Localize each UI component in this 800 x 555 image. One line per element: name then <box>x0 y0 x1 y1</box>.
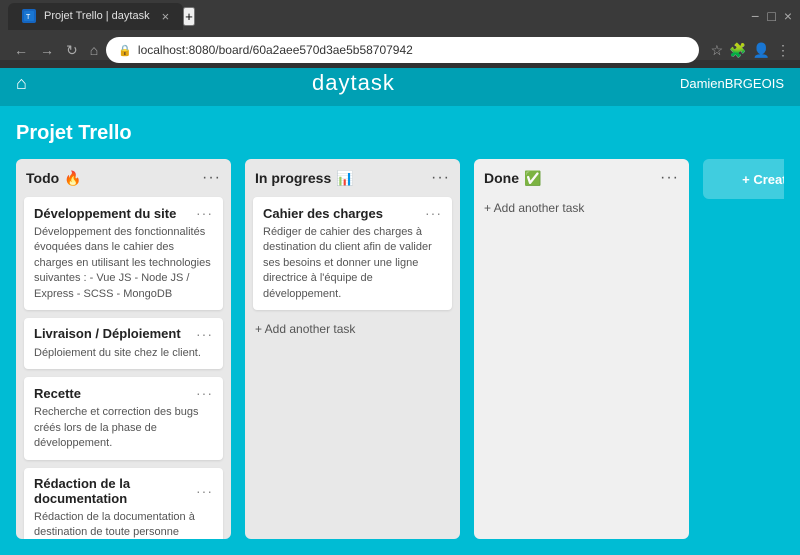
app-home-icon[interactable]: ⌂ <box>16 73 27 94</box>
add-task-done[interactable]: + Add another task <box>482 197 681 219</box>
column-header-todo: Todo 🔥 ··· <box>24 169 223 189</box>
add-task-inprogress[interactable]: + Add another task <box>253 318 452 340</box>
browser-tab[interactable]: T Projet Trello | daytask × <box>8 3 183 30</box>
back-button[interactable]: ← <box>10 40 32 60</box>
tab-favicon: T <box>22 9 36 23</box>
card-cahier-desc: Rédiger de cahier des charges à destinat… <box>263 225 442 302</box>
tab-title: Projet Trello | daytask <box>44 10 150 22</box>
card-redaction-header: Rédaction de la documentation ··· <box>34 476 213 506</box>
new-tab-button[interactable]: + <box>183 7 195 26</box>
forward-button[interactable]: → <box>36 40 58 60</box>
browser-right-icons: ☆ 🧩 👤 ⋮ <box>711 42 790 59</box>
column-menu-done[interactable]: ··· <box>660 169 679 187</box>
profile-icon[interactable]: 👤 <box>753 42 770 59</box>
column-done: Done ✅ ··· + Add another task <box>474 159 689 539</box>
app-title: daytask <box>27 70 680 96</box>
browser-controls: ← → ↻ ⌂ 🔒 localhost:8080/board/60a2aee57… <box>0 32 800 68</box>
card-livraison-desc: Déploiement du site chez le client. <box>34 346 213 361</box>
card-livraison-menu[interactable]: ··· <box>196 326 213 342</box>
user-name: DamienBRGEOIS <box>680 76 784 91</box>
browser-chrome: T Projet Trello | daytask × + − □ × ← → … <box>0 0 800 60</box>
card-cahier-title: Cahier des charges <box>263 206 383 221</box>
close-button[interactable]: × <box>784 8 792 24</box>
card-developpement-menu[interactable]: ··· <box>196 205 213 221</box>
column-title-todo: Todo 🔥 <box>26 170 82 187</box>
card-redaction-menu[interactable]: ··· <box>196 483 213 499</box>
reload-button[interactable]: ↻ <box>62 40 82 61</box>
card-cahier-header: Cahier des charges ··· <box>263 205 442 221</box>
address-bar[interactable]: 🔒 localhost:8080/board/60a2aee570d3ae5b5… <box>106 37 698 63</box>
project-title: Projet Trello <box>16 122 784 145</box>
card-livraison-header: Livraison / Déploiement ··· <box>34 326 213 342</box>
menu-icon[interactable]: ⋮ <box>776 42 790 59</box>
create-column-button[interactable]: + Create a new... <box>703 159 784 199</box>
column-title-done: Done ✅ <box>484 170 541 187</box>
card-livraison-title: Livraison / Déploiement <box>34 326 181 341</box>
card-recette-desc: Recherche et correction des bugs créés l… <box>34 405 213 451</box>
inprogress-emoji: 📊 <box>336 170 353 187</box>
card-cahier-menu[interactable]: ··· <box>425 205 442 221</box>
column-menu-todo[interactable]: ··· <box>202 169 221 187</box>
svg-text:T: T <box>26 14 31 21</box>
star-icon[interactable]: ☆ <box>711 42 724 59</box>
column-title-inprogress: In progress 📊 <box>255 170 354 187</box>
todo-emoji: 🔥 <box>64 170 81 187</box>
browser-tab-bar: T Projet Trello | daytask × + − □ × <box>0 0 800 32</box>
column-todo: Todo 🔥 ··· Développement du site ··· Dév… <box>16 159 231 539</box>
card-livraison: Livraison / Déploiement ··· Déploiement … <box>24 318 223 369</box>
url-text: localhost:8080/board/60a2aee570d3ae5b587… <box>138 43 413 57</box>
card-redaction: Rédaction de la documentation ··· Rédact… <box>24 468 223 539</box>
app-header: ⌂ daytask DamienBRGEOIS <box>0 60 800 106</box>
card-developpement-title: Développement du site <box>34 206 176 221</box>
done-emoji: ✅ <box>524 170 541 187</box>
home-button[interactable]: ⌂ <box>86 40 102 60</box>
card-recette-header: Recette ··· <box>34 385 213 401</box>
card-redaction-desc: Rédaction de la documentation à destinat… <box>34 510 213 539</box>
minimize-button[interactable]: − <box>751 8 759 24</box>
card-developpement-desc: Développement des fonctionnalités évoqué… <box>34 225 213 302</box>
tab-close-button[interactable]: × <box>162 9 170 24</box>
column-inprogress: In progress 📊 ··· Cahier des charges ···… <box>245 159 460 539</box>
lock-icon: 🔒 <box>118 44 132 57</box>
maximize-button[interactable]: □ <box>767 8 775 24</box>
column-header-done: Done ✅ ··· <box>482 169 681 189</box>
extensions-icon[interactable]: 🧩 <box>729 42 746 59</box>
card-redaction-title: Rédaction de la documentation <box>34 476 196 506</box>
card-recette: Recette ··· Recherche et correction des … <box>24 377 223 459</box>
kanban-board: Todo 🔥 ··· Développement du site ··· Dév… <box>16 159 784 539</box>
column-header-inprogress: In progress 📊 ··· <box>253 169 452 189</box>
card-recette-menu[interactable]: ··· <box>196 385 213 401</box>
column-menu-inprogress[interactable]: ··· <box>431 169 450 187</box>
page-content: Projet Trello Todo 🔥 ··· Développement d… <box>0 106 800 555</box>
card-developpement: Développement du site ··· Développement … <box>24 197 223 310</box>
card-developpement-header: Développement du site ··· <box>34 205 213 221</box>
card-recette-title: Recette <box>34 386 81 401</box>
card-cahier: Cahier des charges ··· Rédiger de cahier… <box>253 197 452 310</box>
